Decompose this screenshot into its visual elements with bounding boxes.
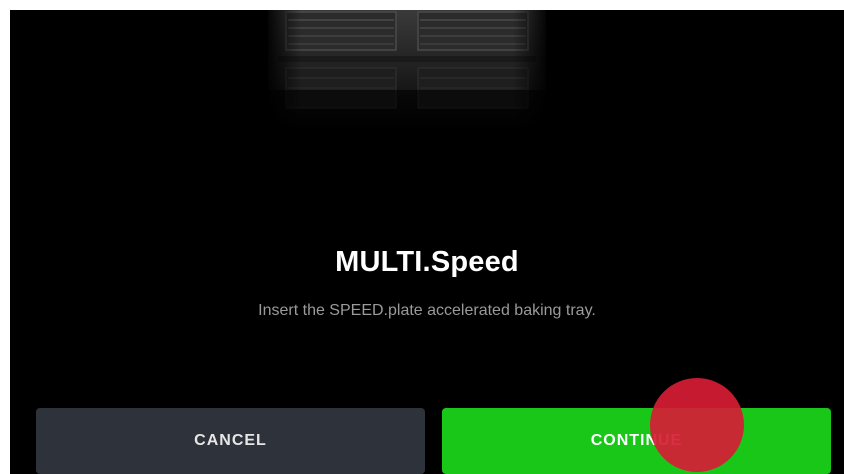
continue-button[interactable]: CONTINUE bbox=[442, 408, 831, 474]
cancel-button[interactable]: CANCEL bbox=[36, 408, 425, 474]
baking-tray-image bbox=[268, 10, 546, 134]
dialog-message: Insert the SPEED.plate accelerated bakin… bbox=[258, 302, 596, 319]
oven-screen: MULTI.Speed Insert the SPEED.plate accel… bbox=[10, 10, 844, 474]
continue-button-label: CONTINUE bbox=[590, 432, 683, 449]
cancel-button-label: CANCEL bbox=[194, 432, 267, 449]
dialog-title: MULTI.Speed bbox=[335, 246, 519, 278]
